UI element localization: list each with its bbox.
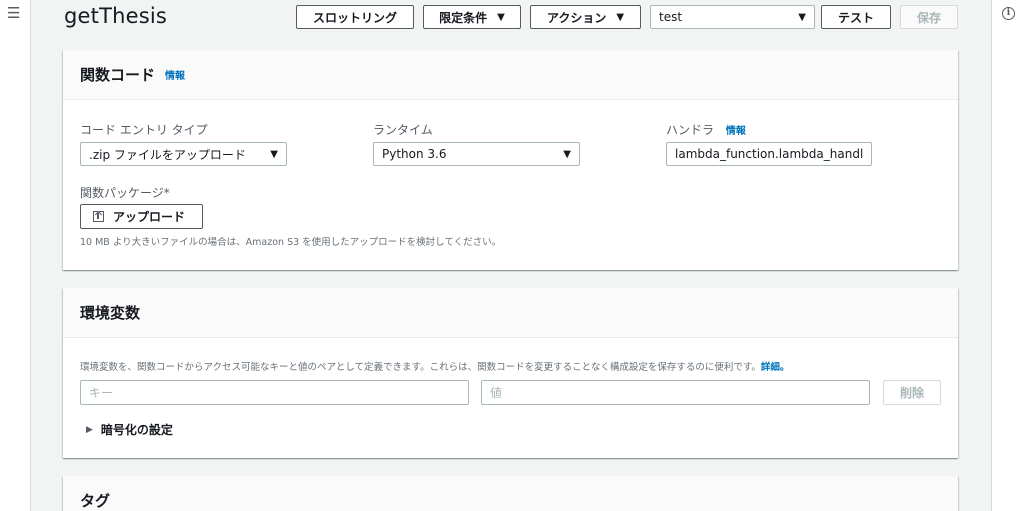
hamburger-menu-icon[interactable]: ☰ bbox=[7, 6, 20, 21]
save-button-label: 保存 bbox=[916, 10, 941, 25]
code-entry-label: コード エントリ タイプ bbox=[80, 123, 208, 137]
handler-info-link[interactable]: 情報 bbox=[726, 126, 746, 137]
qualifier-dropdown[interactable]: 限定条件 ▼ bbox=[423, 5, 521, 29]
encryption-settings-label: 暗号化の設定 bbox=[100, 423, 173, 437]
delete-button-label: 削除 bbox=[899, 386, 924, 400]
test-event-select[interactable]: test ▼ bbox=[650, 5, 815, 29]
function-code-header: 関数コード 情報 bbox=[63, 50, 958, 100]
function-code-title: 関数コード bbox=[80, 66, 156, 84]
function-code-info-link[interactable]: 情報 bbox=[165, 67, 185, 82]
tags-header: タグ bbox=[63, 476, 958, 511]
actions-dropdown-label: アクション bbox=[546, 10, 607, 25]
description-text: 環境変数を、関数コードからアクセス可能なキーと値のペアとして定義できます。これら… bbox=[80, 362, 761, 373]
info-circle-icon[interactable]: i bbox=[1002, 7, 1015, 20]
throttling-button-label: スロットリング bbox=[312, 10, 397, 25]
upload-button-label: アップロード bbox=[113, 210, 186, 224]
environment-variables-title: 環境変数 bbox=[80, 304, 141, 322]
page-title: getThesis bbox=[64, 4, 168, 28]
environment-variables-header: 環境変数 bbox=[63, 288, 958, 338]
detail-link[interactable]: 詳細。 bbox=[761, 362, 790, 373]
encryption-settings-toggle[interactable]: ▶ 暗号化の設定 bbox=[86, 421, 173, 438]
actions-dropdown[interactable]: アクション ▼ bbox=[530, 5, 641, 29]
test-button[interactable]: テスト bbox=[821, 5, 891, 29]
tags-panel: タグ bbox=[63, 476, 958, 511]
code-entry-select[interactable]: .zip ファイルをアップロード ▼ bbox=[80, 142, 287, 166]
delete-button[interactable]: 削除 bbox=[883, 380, 941, 405]
environment-variables-panel: 環境変数 環境変数を、関数コードからアクセス可能なキーと値のペアとして定義できま… bbox=[63, 288, 958, 458]
runtime-value: Python 3.6 bbox=[382, 147, 447, 161]
env-key-input[interactable] bbox=[80, 380, 469, 405]
qualifier-dropdown-label: 限定条件 bbox=[439, 10, 488, 25]
caret-down-icon: ▼ bbox=[563, 148, 571, 160]
upload-hint: 10 MB より大きいファイルの場合は、Amazon S3 を使用したアップロー… bbox=[80, 237, 502, 248]
handler-input[interactable] bbox=[666, 142, 872, 166]
handler-label: ハンドラ bbox=[666, 123, 715, 137]
code-entry-value: .zip ファイルをアップロード bbox=[89, 147, 246, 162]
test-event-value: test bbox=[659, 10, 683, 24]
right-help-rail: i bbox=[991, 0, 1024, 511]
runtime-label: ランタイム bbox=[373, 123, 433, 137]
package-label: 関数パッケージ* bbox=[80, 186, 170, 200]
throttling-button[interactable]: スロットリング bbox=[296, 5, 414, 29]
caret-down-icon: ▼ bbox=[270, 148, 278, 160]
env-value-input[interactable] bbox=[481, 380, 870, 405]
runtime-select[interactable]: Python 3.6 ▼ bbox=[373, 142, 580, 166]
caret-down-icon: ▼ bbox=[497, 11, 505, 23]
test-button-label: テスト bbox=[837, 10, 874, 25]
function-code-panel: 関数コード 情報 コード エントリ タイプ .zip ファイルをアップロード ▼… bbox=[63, 50, 958, 270]
tags-title: タグ bbox=[80, 492, 111, 510]
caret-down-icon: ▼ bbox=[798, 11, 806, 23]
upload-button[interactable]: アップロード bbox=[80, 204, 203, 229]
environment-variables-description: 環境変数を、関数コードからアクセス可能なキーと値のペアとして定義できます。これら… bbox=[80, 359, 789, 373]
caret-right-icon: ▶ bbox=[86, 424, 93, 435]
handler-label-row: ハンドラ 情報 bbox=[666, 121, 746, 138]
caret-down-icon: ▼ bbox=[616, 11, 625, 23]
save-button[interactable]: 保存 bbox=[900, 5, 958, 29]
left-navigation-rail: ☰ bbox=[0, 0, 31, 511]
upload-icon bbox=[93, 211, 104, 222]
